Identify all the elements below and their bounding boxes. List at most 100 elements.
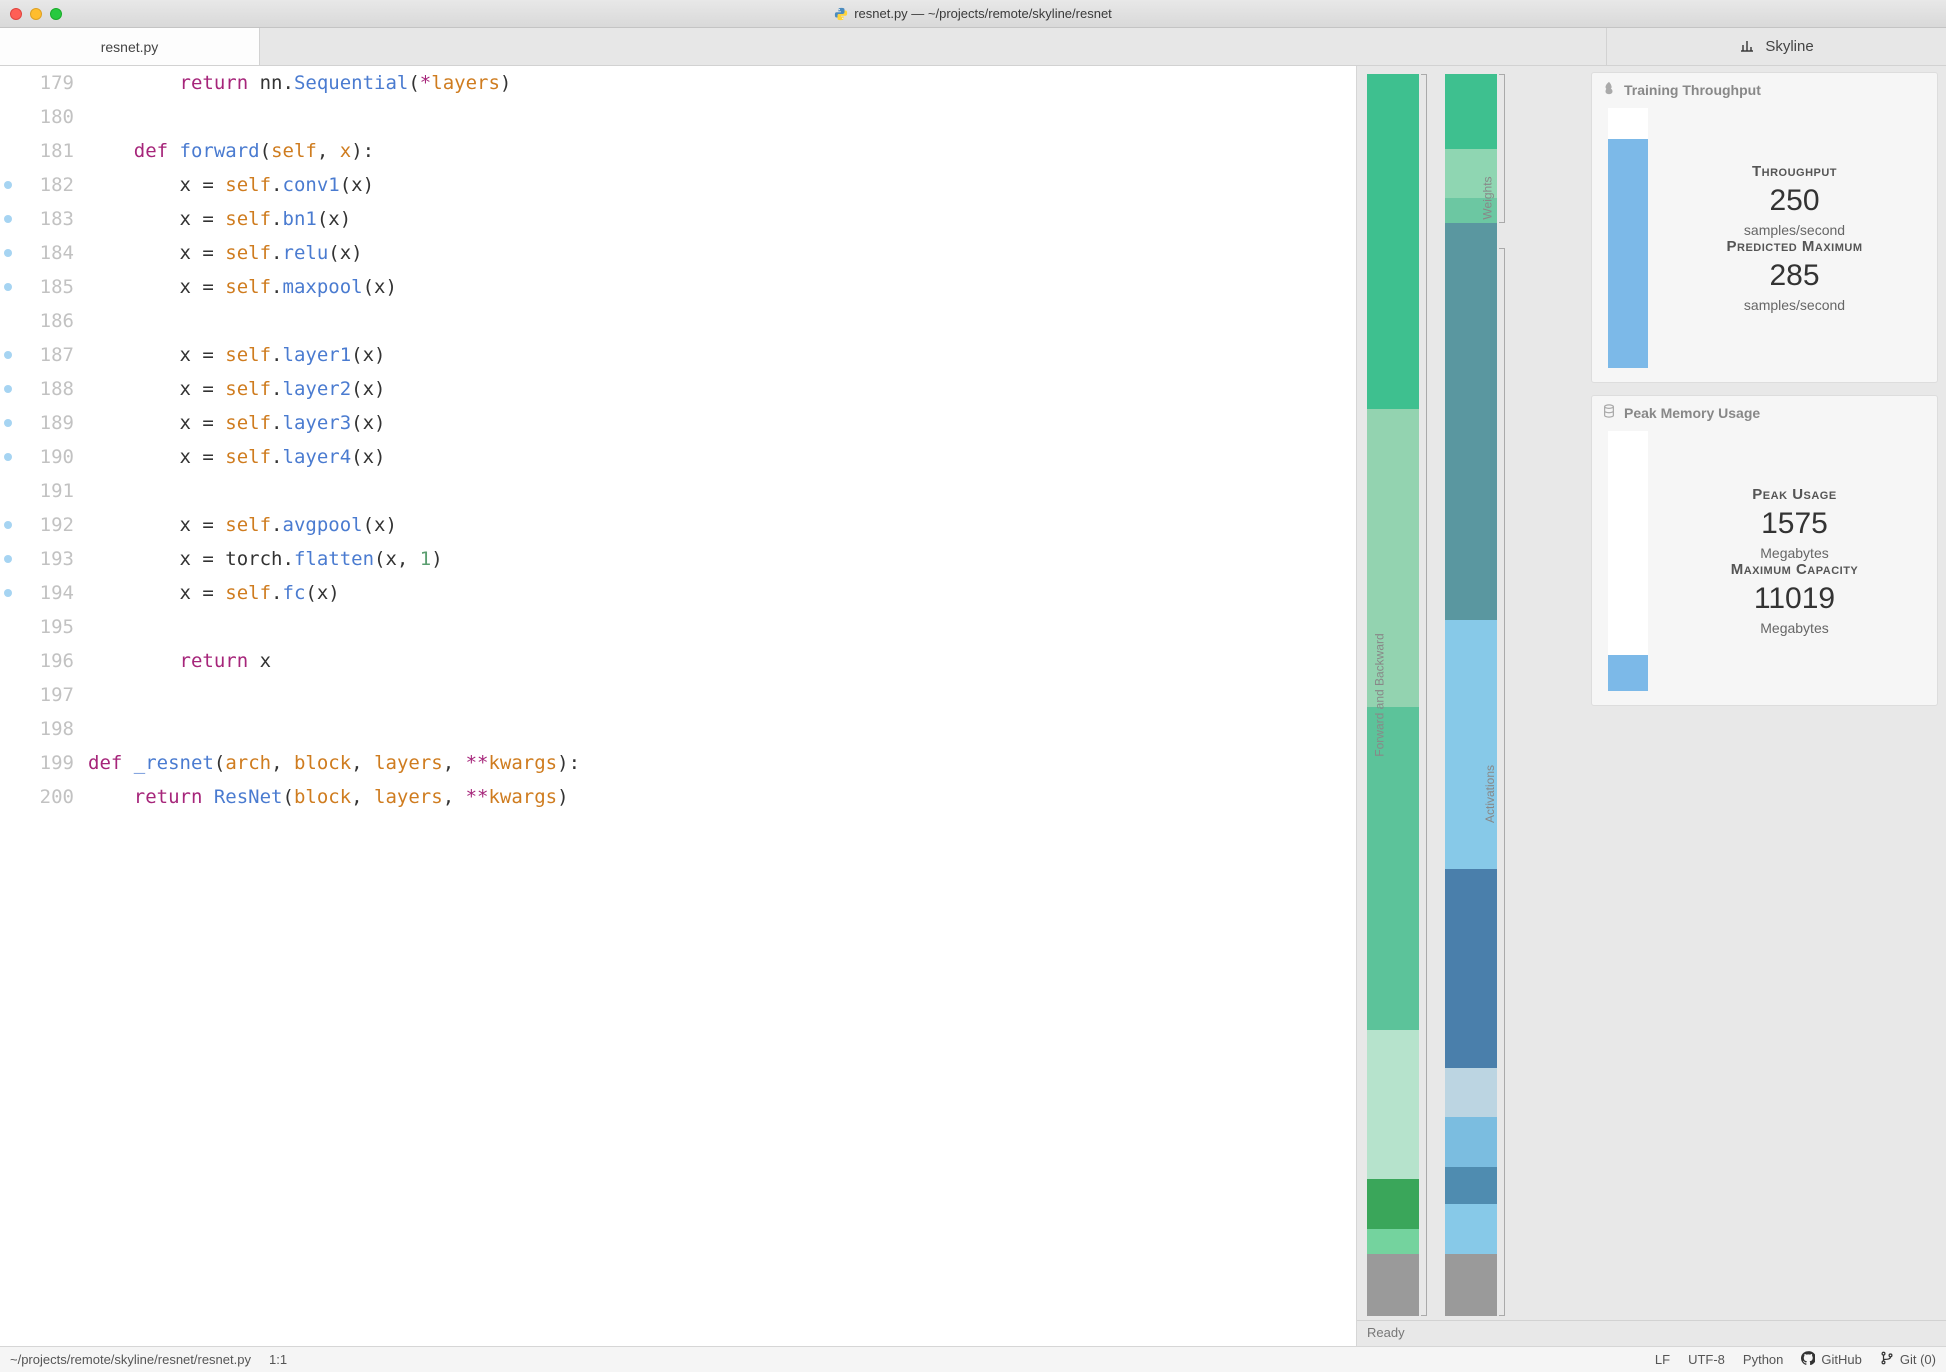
- line-number: 193: [18, 542, 74, 576]
- line-number: 189: [18, 406, 74, 440]
- status-encoding[interactable]: UTF-8: [1688, 1352, 1725, 1367]
- metric: Maximum Capacity11019Megabytes: [1662, 561, 1927, 636]
- status-language[interactable]: Python: [1743, 1352, 1783, 1367]
- main-area: 1791801811821831841851861871881891901911…: [0, 66, 1946, 1346]
- metric-value: 11019: [1662, 582, 1927, 616]
- profile-segment[interactable]: [1445, 620, 1497, 868]
- line-marker[interactable]: [4, 181, 12, 189]
- memory-card: Peak Memory Usage Peak Usage1575Megabyte…: [1591, 395, 1938, 706]
- profile-segment[interactable]: [1445, 1117, 1497, 1167]
- python-file-icon: [834, 7, 848, 21]
- line-number: 196: [18, 644, 74, 678]
- status-filepath[interactable]: ~/projects/remote/skyline/resnet/resnet.…: [10, 1352, 251, 1367]
- code-line[interactable]: x = self.relu(x): [88, 236, 1356, 270]
- memory-column[interactable]: Weights Activations: [1445, 74, 1497, 1316]
- line-number: 199: [18, 746, 74, 780]
- metric: Predicted Maximum285samples/second: [1662, 238, 1927, 313]
- profile-segment[interactable]: [1367, 1179, 1419, 1229]
- bar-chart-icon: [1739, 37, 1755, 57]
- line-number: 186: [18, 304, 74, 338]
- profile-segment[interactable]: [1367, 1030, 1419, 1179]
- line-marker[interactable]: [4, 453, 12, 461]
- profile-segment[interactable]: [1367, 1229, 1419, 1254]
- throughput-bar[interactable]: [1608, 108, 1648, 368]
- code-line[interactable]: x = self.layer1(x): [88, 338, 1356, 372]
- profile-segment[interactable]: [1367, 74, 1419, 409]
- tab-resnet[interactable]: resnet.py: [0, 28, 260, 65]
- line-marker[interactable]: [4, 419, 12, 427]
- code-line[interactable]: [88, 100, 1356, 134]
- metric-label: Throughput: [1662, 163, 1927, 180]
- profile-segment[interactable]: [1445, 869, 1497, 1068]
- fwd-bwd-label: Forward and Backward: [1372, 633, 1386, 756]
- line-number: 183: [18, 202, 74, 236]
- status-github[interactable]: GitHub: [1801, 1351, 1861, 1368]
- line-marker[interactable]: [4, 283, 12, 291]
- code-line[interactable]: x = self.layer2(x): [88, 372, 1356, 406]
- metric-value: 1575: [1662, 507, 1927, 541]
- minimize-window-button[interactable]: [30, 8, 42, 20]
- bracket-icon: [1421, 74, 1427, 1316]
- metric-cards: Training Throughput Throughput250samples…: [1587, 66, 1946, 1320]
- code-line[interactable]: [88, 678, 1356, 712]
- code-line[interactable]: def _resnet(arch, block, layers, **kwarg…: [88, 746, 1356, 780]
- line-number: 187: [18, 338, 74, 372]
- line-marker[interactable]: [4, 555, 12, 563]
- code-content[interactable]: return nn.Sequential(*layers) def forwar…: [88, 66, 1356, 1346]
- code-line[interactable]: return ResNet(block, layers, **kwargs): [88, 780, 1356, 814]
- metric-unit: Megabytes: [1662, 620, 1927, 636]
- code-line[interactable]: [88, 610, 1356, 644]
- profile-bars[interactable]: Forward and Backward Weights Activations: [1357, 66, 1587, 1320]
- tab-label: resnet.py: [101, 39, 159, 55]
- code-line[interactable]: x = self.fc(x): [88, 576, 1356, 610]
- maximize-window-button[interactable]: [50, 8, 62, 20]
- code-line[interactable]: x = self.layer4(x): [88, 440, 1356, 474]
- card-title: Training Throughput: [1624, 82, 1761, 98]
- close-window-button[interactable]: [10, 8, 22, 20]
- code-line[interactable]: [88, 712, 1356, 746]
- profile-segment[interactable]: [1445, 1167, 1497, 1204]
- tab-skyline[interactable]: Skyline: [1606, 28, 1946, 65]
- profile-segment[interactable]: [1445, 1254, 1497, 1316]
- code-line[interactable]: return nn.Sequential(*layers): [88, 66, 1356, 100]
- code-line[interactable]: x = self.conv1(x): [88, 168, 1356, 202]
- line-marker[interactable]: [4, 215, 12, 223]
- fwd-bwd-column[interactable]: Forward and Backward: [1367, 74, 1419, 1316]
- code-line[interactable]: x = self.maxpool(x): [88, 270, 1356, 304]
- line-number: 198: [18, 712, 74, 746]
- line-number: 181: [18, 134, 74, 168]
- code-line[interactable]: [88, 304, 1356, 338]
- line-marker[interactable]: [4, 521, 12, 529]
- code-line[interactable]: def forward(self, x):: [88, 134, 1356, 168]
- line-marker[interactable]: [4, 385, 12, 393]
- skyline-panel: Forward and Backward Weights Activations…: [1356, 66, 1946, 1346]
- code-line[interactable]: return x: [88, 644, 1356, 678]
- line-marker[interactable]: [4, 589, 12, 597]
- line-marker[interactable]: [4, 249, 12, 257]
- status-git[interactable]: Git (0): [1880, 1351, 1936, 1368]
- code-line[interactable]: x = self.avgpool(x): [88, 508, 1356, 542]
- profile-segment[interactable]: [1445, 74, 1497, 149]
- line-number: 185: [18, 270, 74, 304]
- memory-bar[interactable]: [1608, 431, 1648, 691]
- line-number-gutter: 1791801811821831841851861871881891901911…: [18, 66, 88, 1346]
- throughput-card: Training Throughput Throughput250samples…: [1591, 72, 1938, 383]
- code-line[interactable]: [88, 474, 1356, 508]
- metric-unit: Megabytes: [1662, 545, 1927, 561]
- profile-segment[interactable]: [1367, 1254, 1419, 1316]
- status-eol[interactable]: LF: [1655, 1352, 1670, 1367]
- line-marker[interactable]: [4, 351, 12, 359]
- github-icon: [1801, 1351, 1815, 1368]
- code-line[interactable]: x = self.bn1(x): [88, 202, 1356, 236]
- code-line[interactable]: x = torch.flatten(x, 1): [88, 542, 1356, 576]
- profile-segment[interactable]: [1445, 1068, 1497, 1118]
- profile-segment[interactable]: [1445, 223, 1497, 620]
- flame-icon: [1602, 81, 1616, 98]
- panel-tab-label: Skyline: [1765, 38, 1813, 55]
- status-cursor[interactable]: 1:1: [269, 1352, 287, 1367]
- window-title: resnet.py — ~/projects/remote/skyline/re…: [854, 6, 1112, 21]
- code-editor[interactable]: 1791801811821831841851861871881891901911…: [0, 66, 1356, 1346]
- code-line[interactable]: x = self.layer3(x): [88, 406, 1356, 440]
- profile-segment[interactable]: [1445, 1204, 1497, 1254]
- line-number: 192: [18, 508, 74, 542]
